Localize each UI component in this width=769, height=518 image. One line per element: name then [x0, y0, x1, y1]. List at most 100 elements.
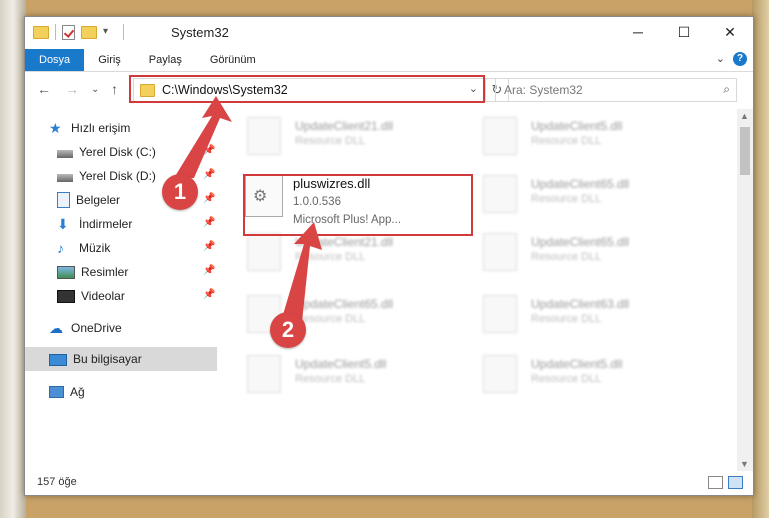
sidebar-item-videos[interactable]: Videolar	[57, 285, 125, 307]
tab-home[interactable]: Giriş	[84, 49, 135, 71]
maximize-button[interactable]: ☐	[661, 17, 707, 47]
sidebar-item-label: Videolar	[81, 289, 125, 303]
pin-icon[interactable]: 📌	[203, 241, 215, 252]
sidebar-item-label: İndirmeler	[79, 217, 133, 231]
list-item[interactable]: UpdateClient5.dll Resource DLL	[483, 117, 622, 155]
folder-icon[interactable]	[33, 25, 49, 39]
file-type: Resource DLL	[531, 135, 602, 147]
file-type: Resource DLL	[531, 373, 602, 385]
sidebar-item-label: OneDrive	[71, 321, 122, 335]
file-name: UpdateClient5.dll	[531, 357, 623, 371]
sidebar-item-pictures[interactable]: Resimler	[57, 261, 128, 283]
list-item[interactable]: UpdateClient5.dll Resource DLL	[483, 355, 622, 393]
sidebar-item-onedrive[interactable]: ☁ OneDrive	[49, 317, 122, 339]
item-count: 157 öğe	[37, 476, 77, 488]
window-controls: ─ ☐ ✕	[615, 17, 753, 47]
file-type: Resource DLL	[531, 313, 602, 325]
toolbar-divider	[55, 24, 56, 40]
network-icon	[49, 386, 64, 398]
pictures-icon	[57, 265, 75, 279]
dll-file-icon	[483, 117, 517, 155]
list-item[interactable]: UpdateClient65.dll Resource DLL	[483, 233, 629, 271]
window-title: System32	[171, 25, 229, 40]
dll-file-icon	[483, 175, 517, 213]
list-item[interactable]: UpdateClient63.dll Resource DLL	[483, 295, 629, 333]
scrollbar-thumb[interactable]	[740, 127, 750, 175]
search-input[interactable]: Ara: System32 ⌕	[495, 78, 737, 102]
navigation-pane: ★ Hızlı erişim Yerel Disk (C:) 📌 Yerel D…	[25, 113, 219, 473]
file-type: Resource DLL	[295, 251, 366, 263]
minimize-button[interactable]: ─	[615, 17, 661, 47]
dll-file-icon	[247, 355, 281, 393]
sidebar-item-label: Yerel Disk (C:)	[79, 145, 156, 159]
file-type: Resource DLL	[531, 251, 602, 263]
new-folder-icon[interactable]	[81, 25, 97, 39]
pin-icon[interactable]: 📌	[203, 289, 215, 300]
file-name: UpdateClient65.dll	[531, 177, 630, 191]
scroll-down-icon[interactable]: ▼	[740, 459, 749, 469]
file-name: UpdateClient5.dll	[295, 357, 387, 371]
sidebar-item-label: Yerel Disk (D:)	[79, 169, 156, 183]
pin-icon[interactable]: 📌	[203, 169, 215, 180]
list-item[interactable]: UpdateClient65.dll Resource DLL	[483, 175, 629, 213]
video-icon	[57, 289, 75, 303]
tab-view[interactable]: Görünüm	[196, 49, 270, 71]
callout-step-1: 1	[162, 174, 198, 210]
sidebar-item-downloads[interactable]: ⬇ İndirmeler	[57, 213, 132, 235]
title-bar: ▾ System32 ─ ☐ ✕	[25, 17, 753, 49]
search-placeholder: Ara: System32	[504, 83, 583, 97]
pin-icon[interactable]: 📌	[203, 145, 215, 156]
pin-icon[interactable]: 📌	[203, 193, 215, 204]
sidebar-item-label: Belgeler	[76, 193, 121, 207]
details-view-icon[interactable]	[708, 476, 723, 489]
sidebar-item-label: Ağ	[70, 385, 85, 399]
file-type: Resource DLL	[295, 373, 366, 385]
list-item[interactable]: UpdateClient21.dll Resource DLL	[247, 117, 393, 155]
sidebar-item-label: Bu bilgisayar	[73, 352, 142, 366]
list-item[interactable]: UpdateClient21.dll Resource DLL	[247, 233, 393, 271]
dll-file-icon	[483, 295, 517, 333]
vertical-scrollbar[interactable]: ▲ ▼	[737, 109, 753, 471]
ribbon-tabs: Dosya Giriş Paylaş Görünüm ⌄ ?	[25, 49, 753, 72]
file-list: UpdateClient21.dll Resource DLL UpdateCli…	[219, 109, 737, 471]
file-type: Resource DLL	[531, 193, 602, 205]
back-arrow-icon[interactable]: ←	[37, 81, 51, 97]
sidebar-item-quick-access[interactable]: ★ Hızlı erişim	[49, 117, 130, 139]
tab-file[interactable]: Dosya	[25, 49, 85, 71]
pin-icon[interactable]: 📌	[203, 265, 215, 276]
sidebar-item-network[interactable]: Ağ	[49, 381, 85, 403]
sidebar-item-documents[interactable]: Belgeler	[57, 189, 120, 211]
large-icons-view-icon[interactable]	[728, 476, 743, 489]
documents-icon	[57, 192, 70, 208]
music-icon: ♪	[57, 240, 64, 256]
tab-share[interactable]: Paylaş	[135, 49, 196, 71]
up-arrow-icon[interactable]: ↑	[111, 81, 118, 97]
file-name: UpdateClient5.dll	[531, 119, 623, 133]
forward-arrow-icon[interactable]: →	[65, 81, 79, 97]
sidebar-item-disk-c[interactable]: Yerel Disk (C:)	[57, 141, 156, 163]
scroll-up-icon[interactable]: ▲	[740, 111, 749, 121]
dll-file-icon	[247, 117, 281, 155]
file-name: UpdateClient65.dll	[295, 297, 394, 311]
search-icon: ⌕	[723, 82, 730, 96]
help-icon[interactable]: ?	[733, 52, 747, 66]
cloud-icon: ☁	[49, 320, 63, 336]
dll-file-icon	[483, 355, 517, 393]
drive-icon	[57, 173, 73, 182]
quick-access-toolbar: ▾	[33, 24, 124, 40]
properties-icon[interactable]	[62, 24, 75, 40]
sidebar-item-this-pc[interactable]: Bu bilgisayar	[49, 348, 142, 370]
computer-icon	[49, 353, 67, 366]
callout-step-2: 2	[270, 312, 306, 348]
list-item[interactable]: UpdateClient65.dll Resource DLL	[247, 295, 393, 333]
customize-toolbar-icon[interactable]: ▾	[103, 25, 117, 39]
sidebar-item-label: Hızlı erişim	[71, 121, 131, 135]
close-button[interactable]: ✕	[707, 17, 753, 47]
sidebar-item-disk-d[interactable]: Yerel Disk (D:)	[57, 165, 156, 187]
recent-locations-icon[interactable]: ⌄	[91, 84, 99, 95]
sidebar-item-music[interactable]: ♪ Müzik	[57, 237, 110, 259]
chevron-down-icon[interactable]: ⌄	[716, 52, 725, 65]
toolbar-divider	[123, 24, 124, 40]
pin-icon[interactable]: 📌	[203, 217, 215, 228]
list-item[interactable]: UpdateClient5.dll Resource DLL	[247, 355, 386, 393]
